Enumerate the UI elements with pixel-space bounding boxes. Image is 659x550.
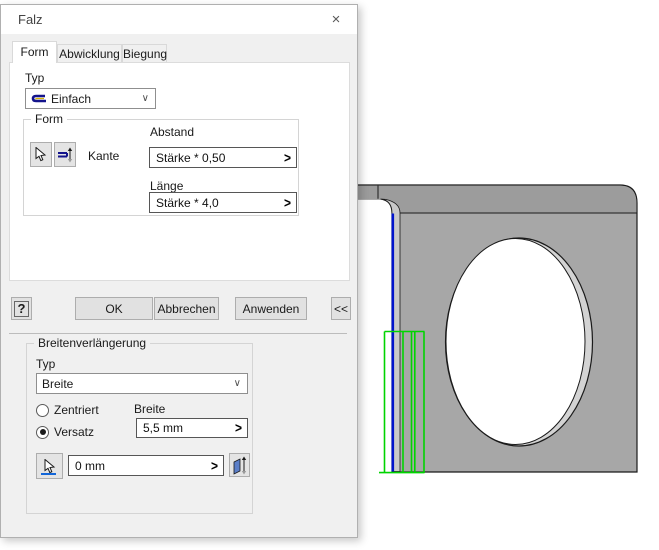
tab-abwicklung[interactable]: Abwicklung [57,44,122,63]
bend-thickness-face[interactable] [381,199,401,472]
radio-versatz[interactable]: Versatz [36,425,94,439]
collapse-icon: << [334,302,348,316]
dialog-title: Falz [18,12,43,27]
ok-button-label: OK [105,302,122,316]
breite-expression-arrow-icon[interactable]: > [230,420,247,436]
form-group-legend: Form [31,112,67,126]
radio-zentriert-circle [36,404,49,417]
tab-form[interactable]: Form [12,41,57,63]
apply-button[interactable]: Anwenden [235,297,307,320]
abstand-field: > [149,147,297,168]
abstand-expression-arrow-icon[interactable]: > [279,149,296,165]
laenge-input[interactable] [150,196,279,210]
laenge-expression-arrow-icon[interactable]: > [279,194,296,210]
hem-type-select[interactable]: Einfach ∨ [25,88,156,109]
help-icon: ? [14,301,30,317]
breite-input[interactable] [137,421,230,435]
active-tool-underline [41,473,56,475]
typ-label: Typ [25,71,44,85]
kante-label: Kante [88,149,119,163]
width-typ-label: Typ [36,357,55,371]
flip-direction-button[interactable] [229,453,250,477]
width-type-value: Breite [41,377,234,391]
close-icon[interactable]: × [321,8,351,31]
radio-zentriert-label: Zentriert [54,403,99,417]
falz-dialog: Falz × Form Abwicklung Biegung Typ Einfa… [0,4,358,538]
help-button[interactable]: ? [11,297,32,320]
cancel-button[interactable]: Abbrechen [154,297,219,320]
tab-biegung-label: Biegung [123,47,167,61]
flip-direction-icon [232,456,248,475]
select-cursor-icon [44,459,56,474]
footer-separator [9,333,347,334]
abstand-label: Abstand [150,125,194,139]
tab-abwicklung-label: Abwicklung [59,47,120,61]
laenge-label: Länge [150,179,183,193]
radio-versatz-circle [36,426,49,439]
hole-opening[interactable] [446,239,585,445]
tab-form-label: Form [21,45,49,59]
offset-select-button[interactable] [36,453,63,479]
dialog-titlebar[interactable]: Falz × [1,5,357,34]
breite-field: > [136,418,248,438]
select-cursor-icon [35,147,47,162]
chevron-down-icon: ∨ [142,93,151,104]
hem-type-value: Einfach [48,92,142,106]
offset-input[interactable] [69,459,206,473]
hem-edge-icon [57,147,74,163]
select-edge-button[interactable] [30,142,52,167]
radio-versatz-label: Versatz [54,425,94,439]
abstand-input[interactable] [150,151,279,165]
width-extension-legend: Breitenverlängerung [34,336,150,350]
collapse-button[interactable]: << [331,297,351,320]
cancel-button-label: Abbrechen [157,302,215,316]
tab-biegung[interactable]: Biegung [122,44,167,63]
hem-direction-button[interactable] [54,142,76,167]
hem-type-icon [30,92,48,105]
ok-button[interactable]: OK [75,297,153,320]
offset-expression-arrow-icon[interactable]: > [206,457,223,473]
width-type-select[interactable]: Breite ∨ [36,373,248,394]
laenge-field: > [149,192,297,213]
breite-label: Breite [134,402,165,416]
chevron-down-icon: ∨ [234,378,243,389]
radio-zentriert[interactable]: Zentriert [36,403,99,417]
offset-field: > [68,455,224,476]
apply-button-label: Anwenden [243,302,300,316]
